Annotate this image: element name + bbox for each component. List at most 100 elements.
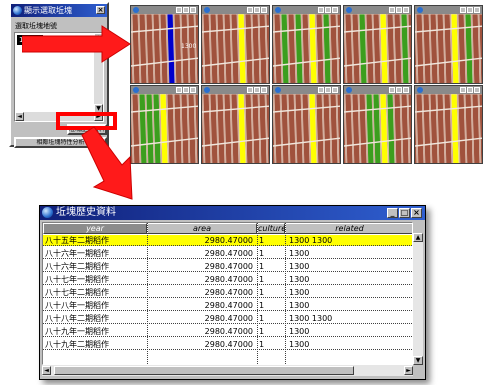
map-thumbnail[interactable]: [343, 85, 412, 164]
close-icon[interactable]: [474, 87, 480, 93]
close-icon[interactable]: [190, 87, 196, 93]
column-header-culture[interactable]: culture: [257, 223, 286, 234]
parcel-map[interactable]: [273, 94, 341, 164]
cell-related: 1300: [289, 340, 310, 349]
parcel-map[interactable]: [344, 14, 412, 84]
minimize-icon[interactable]: _: [387, 208, 398, 218]
parcel-map[interactable]: [344, 94, 412, 164]
parcel-map[interactable]: [131, 94, 199, 164]
maximize-icon[interactable]: [467, 87, 473, 93]
minimize-icon[interactable]: [460, 87, 466, 93]
close-icon[interactable]: [190, 7, 196, 13]
small-window-title: 顯示選取坵塊: [24, 6, 72, 15]
table-row[interactable]: 八十五年二期稻作 2980.47000 1 1300 1300: [43, 235, 412, 246]
close-icon[interactable]: [474, 7, 480, 13]
map-titlebar[interactable]: [344, 6, 411, 14]
minimize-icon[interactable]: [247, 7, 253, 13]
table-row[interactable]: 八十八年二期稻作 2980.47000 1 1300 1300: [43, 313, 412, 324]
maximize-icon[interactable]: [254, 87, 260, 93]
close-icon[interactable]: [403, 87, 409, 93]
scroll-left-icon[interactable]: ◄: [42, 366, 51, 375]
cell-year: 八十六年一期稻作: [45, 249, 109, 258]
minimize-icon[interactable]: [318, 87, 324, 93]
close-icon[interactable]: ×: [96, 6, 105, 14]
parcel-map[interactable]: [415, 14, 483, 84]
parcel-map[interactable]: [202, 94, 270, 164]
parcel-map[interactable]: [273, 14, 341, 84]
map-icon: [346, 87, 352, 93]
cell-year: 八十九年一期稻作: [45, 327, 109, 336]
table-row[interactable]: 八十六年二期稻作 2980.47000 1 1300: [43, 261, 412, 272]
map-titlebar[interactable]: [344, 86, 411, 94]
scroll-down-icon[interactable]: ▼: [413, 356, 423, 365]
scroll-up-icon[interactable]: ▲: [413, 233, 423, 242]
maximize-icon[interactable]: [396, 87, 402, 93]
map-thumbnail[interactable]: [414, 5, 483, 84]
table-row[interactable]: 八十七年二期稻作 2980.47000 1 1300: [43, 287, 412, 298]
table-row[interactable]: 八十七年一期稻作 2980.47000 1 1300: [43, 274, 412, 285]
map-titlebar[interactable]: [415, 86, 482, 94]
minimize-icon[interactable]: [247, 87, 253, 93]
table-vertical-scrollbar[interactable]: ▲ ▼: [413, 233, 423, 365]
map-titlebar[interactable]: [202, 86, 269, 94]
map-titlebar[interactable]: [273, 6, 340, 14]
minimize-icon[interactable]: [176, 7, 182, 13]
map-icon: [417, 7, 423, 13]
map-thumbnail[interactable]: [201, 5, 270, 84]
cell-related: 1300 1300: [289, 236, 333, 245]
minimize-icon[interactable]: [389, 7, 395, 13]
cell-culture: 1: [259, 301, 265, 310]
map-titlebar[interactable]: [131, 6, 198, 14]
close-icon[interactable]: ×: [411, 208, 422, 218]
close-icon[interactable]: [261, 87, 267, 93]
map-thumbnail[interactable]: [201, 85, 270, 164]
maximize-icon[interactable]: □: [399, 208, 410, 218]
map-titlebar[interactable]: [131, 86, 198, 94]
map-thumbnail[interactable]: [272, 85, 341, 164]
map-thumbnail[interactable]: [272, 5, 341, 84]
parcel-map[interactable]: [202, 14, 270, 84]
maximize-icon[interactable]: [467, 7, 473, 13]
column-header-year[interactable]: year: [43, 223, 147, 234]
close-icon[interactable]: [403, 7, 409, 13]
map-thumbnail[interactable]: [343, 5, 412, 84]
column-header-related[interactable]: related: [285, 223, 412, 234]
maximize-icon[interactable]: [325, 87, 331, 93]
parcel-map[interactable]: 1300: [131, 14, 199, 84]
history-table[interactable]: year area culture related 八十五年二期稻作 2980.4…: [42, 222, 413, 365]
minimize-icon[interactable]: [389, 87, 395, 93]
table-row[interactable]: 八十九年一期稻作 2980.47000 1 1300: [43, 326, 412, 337]
table-row[interactable]: 八十八年一期稻作 2980.47000 1 1300: [43, 300, 412, 311]
table-row[interactable]: 八十六年一期稻作 2980.47000 1 1300: [43, 248, 412, 259]
close-icon[interactable]: [332, 7, 338, 13]
maximize-icon[interactable]: [183, 7, 189, 13]
map-icon: [417, 87, 423, 93]
small-window-titlebar[interactable]: 顯示選取坵塊 ×: [11, 4, 107, 17]
table-horizontal-scrollbar[interactable]: ◄ ►: [42, 365, 413, 376]
table-row[interactable]: 八十九年二期稻作 2980.47000 1 1300: [43, 339, 412, 350]
maximize-icon[interactable]: [396, 7, 402, 13]
maximize-icon[interactable]: [325, 7, 331, 13]
cell-area: 2980.47000: [204, 314, 253, 323]
map-thumbnail[interactable]: [414, 85, 483, 164]
cell-related: 1300: [289, 288, 310, 297]
map-titlebar[interactable]: [273, 86, 340, 94]
minimize-icon[interactable]: [176, 87, 182, 93]
map-thumbnail[interactable]: 1300: [130, 5, 199, 84]
scroll-left-icon[interactable]: ◄: [15, 112, 24, 121]
close-icon[interactable]: [332, 87, 338, 93]
map-thumbnail[interactable]: [130, 85, 199, 164]
scrollbar-thumb[interactable]: [54, 366, 354, 375]
parcel-map[interactable]: [415, 94, 483, 164]
scroll-right-icon[interactable]: ►: [404, 366, 413, 375]
maximize-icon[interactable]: [254, 7, 260, 13]
minimize-icon[interactable]: [318, 7, 324, 13]
map-titlebar[interactable]: [202, 6, 269, 14]
cell-area: 2980.47000: [204, 327, 253, 336]
map-titlebar[interactable]: [415, 6, 482, 14]
minimize-icon[interactable]: [460, 7, 466, 13]
maximize-icon[interactable]: [183, 87, 189, 93]
column-header-area[interactable]: area: [147, 223, 257, 234]
history-window-titlebar[interactable]: 坵塊歷史資料 _ □ ×: [40, 206, 425, 220]
close-icon[interactable]: [261, 7, 267, 13]
